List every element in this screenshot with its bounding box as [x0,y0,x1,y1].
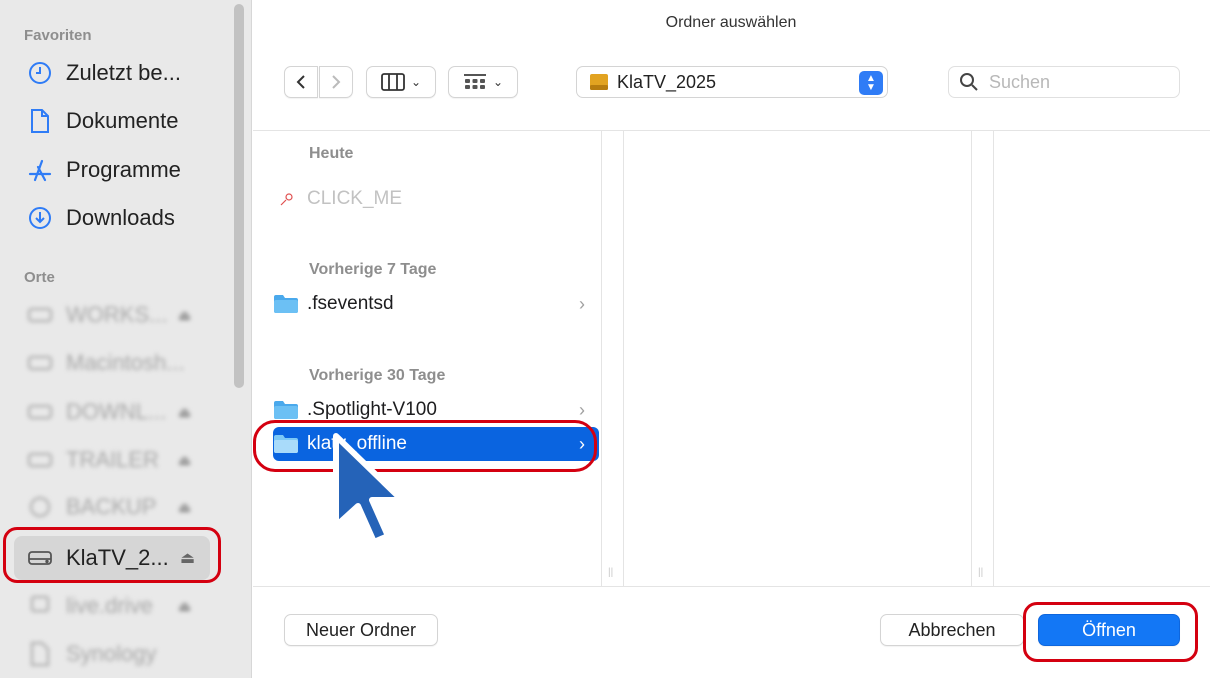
network-drive-icon [26,592,54,620]
eject-icon[interactable]: ⏏ [178,499,191,516]
folder-row-fseventsd[interactable]: .fseventsd › [273,287,599,321]
sidebar-item-works[interactable]: WORKS... ⏏ [26,298,191,332]
pointer-cursor-icon [333,433,405,545]
locations-heading: Orte [24,269,55,286]
group-by-button[interactable]: ⌄ [448,66,518,98]
sidebar-item-downloads[interactable]: Downloads [26,201,175,235]
drive-icon [26,349,54,377]
group-heading-7-days: Vorherige 7 Tage [309,261,437,278]
column-resize-handle[interactable]: || [978,567,983,578]
download-icon [26,204,54,232]
folder-icon [273,293,299,315]
file-name: CLICK_ME [307,188,403,209]
sidebar-item-label: TRAILER [66,447,159,472]
group-heading-today: Heute [309,145,354,162]
sidebar-item-label: WORKS... [66,302,168,327]
highlight-annotation [1023,602,1198,662]
sidebar-item-backup[interactable]: BACKUP ⏏ [26,490,191,524]
sidebar-item-label: Zuletzt be... [66,60,181,85]
new-folder-button[interactable]: Neuer Ordner [284,614,438,646]
sidebar-scrollbar[interactable] [234,4,244,388]
sidebar-item-macintosh[interactable]: Macintosh... [26,346,185,380]
alias-file-icon [273,188,299,210]
sidebar-item-synology[interactable]: Synology [26,637,157,671]
column-resize-handle[interactable]: || [608,567,613,578]
search-input[interactable] [987,70,1171,94]
location-popup[interactable]: KlaTV_2025 ▲ ▼ [576,66,888,98]
column-divider[interactable] [601,131,602,586]
search-icon [960,73,978,91]
time-machine-icon [26,493,54,521]
chevron-down-icon: ⌄ [492,75,504,89]
forward-button[interactable] [319,66,353,98]
chevron-down-icon: ⌄ [410,75,422,89]
sidebar-item-downl[interactable]: DOWNL... ⏏ [26,395,191,429]
drive-icon [26,398,54,426]
group-heading-30-days: Vorherige 30 Tage [309,367,446,384]
favorites-heading: Favoriten [24,27,92,44]
clock-icon [26,59,54,87]
sidebar-item-recents[interactable]: Zuletzt be... [26,56,181,90]
document-icon [26,107,54,135]
dialog-title: Ordner auswählen [665,14,797,31]
back-button[interactable] [284,66,318,98]
view-mode-button[interactable]: ⌄ [366,66,436,98]
drive-icon [26,446,54,474]
sidebar-item-label: DOWNL... [66,399,167,424]
eject-icon[interactable]: ⏏ [178,404,191,421]
document-icon [26,640,54,668]
sidebar-item-label: Synology [66,641,157,666]
cancel-button[interactable]: Abbrechen [880,614,1024,646]
sidebar: Favoriten Zuletzt be... Dokumente Progra… [0,0,252,678]
apps-icon [26,156,54,184]
eject-icon[interactable]: ⏏ [178,598,191,615]
grid-group-icon [463,74,486,89]
sidebar-item-applications[interactable]: Programme [26,153,181,187]
sidebar-item-label: Dokumente [66,108,179,133]
search-field[interactable] [948,66,1180,98]
column-divider [993,131,994,586]
column-divider[interactable] [971,131,972,586]
folder-name: .Spotlight-V100 [307,399,437,420]
highlight-annotation [253,420,597,472]
columns-view-icon [381,73,405,91]
sidebar-item-live-drive[interactable]: live.drive ⏏ [26,589,191,623]
folder-name: .fseventsd [307,293,394,314]
sidebar-item-label: Downloads [66,205,175,230]
sidebar-item-trailer[interactable]: TRAILER ⏏ [26,443,191,477]
chevron-right-icon [332,75,341,89]
folder-icon [273,399,299,421]
chevron-right-icon: › [579,293,585,314]
location-label: KlaTV_2025 [617,71,717,92]
file-row-click-me: CLICK_ME [273,182,599,216]
sidebar-item-label: Macintosh... [66,350,185,375]
highlight-annotation [3,527,221,583]
chevron-left-icon [296,75,305,89]
sidebar-item-label: BACKUP [66,494,157,519]
drive-icon [26,301,54,329]
drive-folder-icon [590,74,608,90]
eject-icon[interactable]: ⏏ [178,307,191,324]
sidebar-item-label: live.drive [66,593,153,618]
sidebar-item-label: Programme [66,157,181,182]
sidebar-item-documents[interactable]: Dokumente [26,104,179,138]
eject-icon[interactable]: ⏏ [178,452,191,469]
chevron-right-icon: › [579,399,585,420]
popup-stepper-icon: ▲ ▼ [859,71,883,95]
column-divider [623,131,624,586]
